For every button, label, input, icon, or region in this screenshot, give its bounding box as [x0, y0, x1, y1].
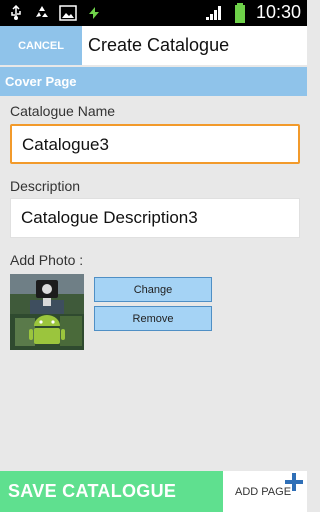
section-header: Cover Page	[0, 67, 307, 96]
description-input[interactable]: Catalogue Description3	[10, 198, 300, 238]
sync-icon	[84, 3, 104, 23]
usb-icon	[6, 3, 26, 23]
cover-photo-thumbnail[interactable]	[10, 274, 84, 350]
catalogue-name-label: Catalogue Name	[10, 103, 116, 119]
image-icon	[58, 3, 78, 23]
cancel-button[interactable]: CANCEL	[0, 26, 82, 65]
change-photo-button[interactable]: Change	[94, 277, 212, 302]
plus-icon	[283, 471, 305, 498]
remove-photo-button[interactable]: Remove	[94, 306, 212, 331]
status-time: 10:30	[255, 2, 301, 22]
page-title: Create Catalogue	[88, 35, 230, 55]
save-catalogue-button[interactable]: SAVE CATALOGUE	[0, 471, 223, 512]
add-page-button[interactable]: ADD PAGE	[223, 471, 307, 512]
battery-icon	[230, 2, 250, 23]
recycle-icon	[32, 3, 52, 23]
description-label: Description	[10, 178, 81, 194]
add-photo-label: Add Photo :	[10, 252, 84, 268]
title-bar: CANCEL Create Catalogue	[0, 26, 307, 65]
catalogue-name-input[interactable]: Catalogue3	[10, 124, 300, 164]
signal-icon	[204, 3, 224, 23]
status-bar: 10:30	[0, 0, 307, 26]
